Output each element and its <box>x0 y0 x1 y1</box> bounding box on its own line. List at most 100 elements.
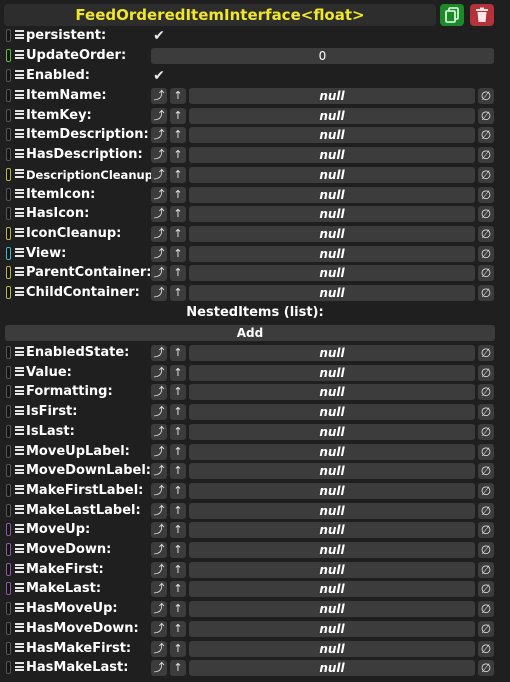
drag-handle-icon[interactable] <box>15 603 24 614</box>
clear-reference-button[interactable]: ∅ <box>478 345 494 361</box>
inspect-reference-button[interactable]: ↑ <box>170 601 186 618</box>
drag-handle-icon[interactable] <box>15 544 24 555</box>
inspect-reference-button[interactable]: ↑ <box>170 285 186 301</box>
inspect-reference-button[interactable]: ↑ <box>170 482 186 499</box>
reference-value-field[interactable]: null <box>189 127 475 144</box>
reference-value-field[interactable]: null <box>189 345 475 361</box>
inspect-reference-button[interactable]: ↑ <box>170 245 186 262</box>
field-driver-indicator[interactable] <box>6 128 11 142</box>
reference-value-field[interactable]: null <box>189 443 475 460</box>
jump-to-reference-button[interactable]: ⤴ <box>151 601 167 618</box>
jump-to-reference-button[interactable]: ⤴ <box>151 245 167 262</box>
delete-component-button[interactable] <box>470 4 494 26</box>
inspect-reference-button[interactable]: ↑ <box>170 88 186 104</box>
field-driver-indicator[interactable] <box>6 89 11 102</box>
field-driver-indicator[interactable] <box>6 187 11 201</box>
drag-handle-icon[interactable] <box>15 227 24 239</box>
field-driver-indicator[interactable] <box>6 346 11 359</box>
inspect-reference-button[interactable]: ↑ <box>170 404 186 421</box>
clear-reference-button[interactable]: ∅ <box>478 285 494 301</box>
inspect-reference-button[interactable]: ↑ <box>170 186 186 203</box>
inspect-reference-button[interactable]: ↑ <box>170 107 186 124</box>
field-driver-indicator[interactable] <box>6 523 11 537</box>
clear-reference-button[interactable]: ∅ <box>478 482 494 499</box>
field-driver-indicator[interactable] <box>6 503 11 517</box>
update-order-input[interactable]: 0 <box>151 48 494 64</box>
jump-to-reference-button[interactable]: ⤴ <box>151 225 167 242</box>
inspect-reference-button[interactable]: ↑ <box>170 443 186 460</box>
reference-value-field[interactable]: null <box>189 265 475 282</box>
inspect-reference-button[interactable]: ↑ <box>170 522 186 539</box>
inspect-reference-button[interactable]: ↑ <box>170 660 186 677</box>
reference-value-field[interactable]: null <box>189 542 475 558</box>
jump-to-reference-button[interactable]: ⤴ <box>151 404 167 421</box>
inspect-reference-button[interactable]: ↑ <box>170 364 186 381</box>
drag-handle-icon[interactable] <box>15 129 24 140</box>
inspect-reference-button[interactable]: ↑ <box>170 345 186 361</box>
reference-value-field[interactable]: null <box>189 206 475 223</box>
reference-value-field[interactable]: null <box>189 502 475 519</box>
reference-value-field[interactable]: null <box>189 147 475 164</box>
reference-value-field[interactable]: null <box>189 107 475 124</box>
jump-to-reference-button[interactable]: ⤴ <box>151 463 167 480</box>
reference-value-field[interactable]: null <box>189 285 475 301</box>
field-driver-indicator[interactable] <box>6 464 11 478</box>
reference-value-field[interactable]: null <box>189 88 475 104</box>
field-driver-indicator[interactable] <box>6 602 11 616</box>
drag-handle-icon[interactable] <box>15 267 24 278</box>
inspect-reference-button[interactable]: ↑ <box>170 225 186 242</box>
reference-value-field[interactable]: null <box>189 245 475 262</box>
field-driver-indicator[interactable] <box>6 385 11 399</box>
reference-value-field[interactable]: null <box>189 482 475 499</box>
drag-handle-icon[interactable] <box>15 188 24 200</box>
clear-reference-button[interactable]: ∅ <box>478 601 494 618</box>
add-nested-item-button[interactable]: Add <box>5 325 495 341</box>
jump-to-reference-button[interactable]: ⤴ <box>151 542 167 558</box>
jump-to-reference-button[interactable]: ⤴ <box>151 147 167 164</box>
reference-value-field[interactable]: null <box>189 384 475 401</box>
clear-reference-button[interactable]: ∅ <box>478 581 494 598</box>
drag-handle-icon[interactable] <box>15 563 24 575</box>
field-driver-indicator[interactable] <box>6 266 11 280</box>
clear-reference-button[interactable]: ∅ <box>478 88 494 104</box>
field-driver-indicator[interactable] <box>6 226 11 240</box>
field-driver-indicator[interactable] <box>6 69 11 82</box>
inspect-reference-button[interactable]: ↑ <box>170 127 186 144</box>
clear-reference-button[interactable]: ∅ <box>478 463 494 480</box>
reference-value-field[interactable]: null <box>189 423 475 440</box>
drag-handle-icon[interactable] <box>15 662 24 673</box>
drag-handle-icon[interactable] <box>15 208 24 219</box>
drag-handle-icon[interactable] <box>15 70 24 81</box>
jump-to-reference-button[interactable]: ⤴ <box>151 443 167 460</box>
inspect-reference-button[interactable]: ↑ <box>170 542 186 558</box>
reference-value-field[interactable]: null <box>189 561 475 578</box>
jump-to-reference-button[interactable]: ⤴ <box>151 127 167 144</box>
field-driver-indicator[interactable] <box>6 483 11 497</box>
jump-to-reference-button[interactable]: ⤴ <box>151 640 167 657</box>
drag-handle-icon[interactable] <box>15 109 24 121</box>
clear-reference-button[interactable]: ∅ <box>478 265 494 282</box>
drag-handle-icon[interactable] <box>15 366 24 378</box>
drag-handle-icon[interactable] <box>15 622 24 634</box>
persistent-checkbox[interactable]: ✔ <box>151 28 167 44</box>
jump-to-reference-button[interactable]: ⤴ <box>151 502 167 519</box>
jump-to-reference-button[interactable]: ⤴ <box>151 561 167 578</box>
duplicate-component-button[interactable] <box>440 4 464 26</box>
reference-value-field[interactable]: null <box>189 581 475 598</box>
jump-to-reference-button[interactable]: ⤴ <box>151 384 167 401</box>
inspect-reference-button[interactable]: ↑ <box>170 581 186 598</box>
drag-handle-icon[interactable] <box>15 504 24 516</box>
reference-value-field[interactable]: null <box>189 660 475 677</box>
reference-value-field[interactable]: null <box>189 620 475 637</box>
jump-to-reference-button[interactable]: ⤴ <box>151 265 167 282</box>
clear-reference-button[interactable]: ∅ <box>478 107 494 124</box>
reference-value-field[interactable]: null <box>189 364 475 381</box>
field-driver-indicator[interactable] <box>6 49 11 62</box>
reference-value-field[interactable]: null <box>189 601 475 618</box>
drag-handle-icon[interactable] <box>15 386 24 397</box>
field-driver-indicator[interactable] <box>6 207 11 221</box>
inspect-reference-button[interactable]: ↑ <box>170 384 186 401</box>
drag-handle-icon[interactable] <box>15 642 24 654</box>
clear-reference-button[interactable]: ∅ <box>478 502 494 519</box>
reference-value-field[interactable]: null <box>189 186 475 203</box>
